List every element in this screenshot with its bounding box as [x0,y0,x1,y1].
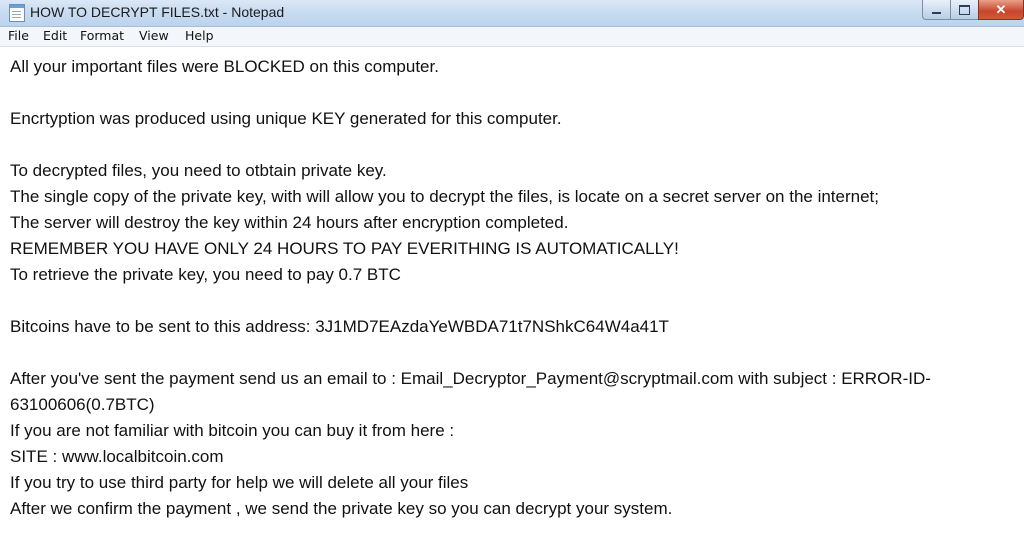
text-line: To decrypted files, you need to otbtain … [10,161,387,180]
notepad-window: HOW TO DECRYPT FILES.txt - Notepad ✕ Fil… [0,0,1024,559]
menu-view[interactable]: View [139,28,169,43]
text-line: REMEMBER YOU HAVE ONLY 24 HOURS TO PAY E… [10,239,679,258]
close-icon: ✕ [995,1,1007,17]
minimize-button[interactable] [922,0,951,20]
menu-format[interactable]: Format [80,28,124,43]
text-line: SITE : www.localbitcoin.com [10,447,224,466]
menu-bar: File Edit Format View Help [0,27,1024,47]
menu-file[interactable]: File [8,28,29,43]
text-line: All your important files were BLOCKED on… [10,57,439,76]
notepad-icon[interactable] [9,4,25,22]
menu-help[interactable]: Help [185,28,214,43]
text-editor-area[interactable]: All your important files were BLOCKED on… [0,47,1024,559]
text-line: Bitcoins have to be sent to this address… [10,317,669,336]
text-line: To retrieve the private key, you need to… [10,265,401,284]
minimize-icon [932,11,941,14]
maximize-button[interactable] [950,0,979,20]
menu-edit[interactable]: Edit [43,28,67,43]
text-line: Encrtyption was produced using unique KE… [10,109,562,128]
text-line: The server will destroy the key within 2… [10,213,569,232]
maximize-icon [959,4,970,15]
text-line: 63100606(0.7BTC) [10,395,155,414]
text-line: If you try to use third party for help w… [10,473,469,492]
window-title: HOW TO DECRYPT FILES.txt - Notepad [30,4,285,20]
text-line: After we confirm the payment , we send t… [10,499,673,518]
close-button[interactable]: ✕ [978,0,1024,20]
title-bar[interactable]: HOW TO DECRYPT FILES.txt - Notepad ✕ [0,0,1024,27]
text-line: If you are not familiar with bitcoin you… [10,421,455,440]
text-line: The single copy of the private key, with… [10,187,880,206]
text-line: After you've sent the payment send us an… [10,369,931,388]
